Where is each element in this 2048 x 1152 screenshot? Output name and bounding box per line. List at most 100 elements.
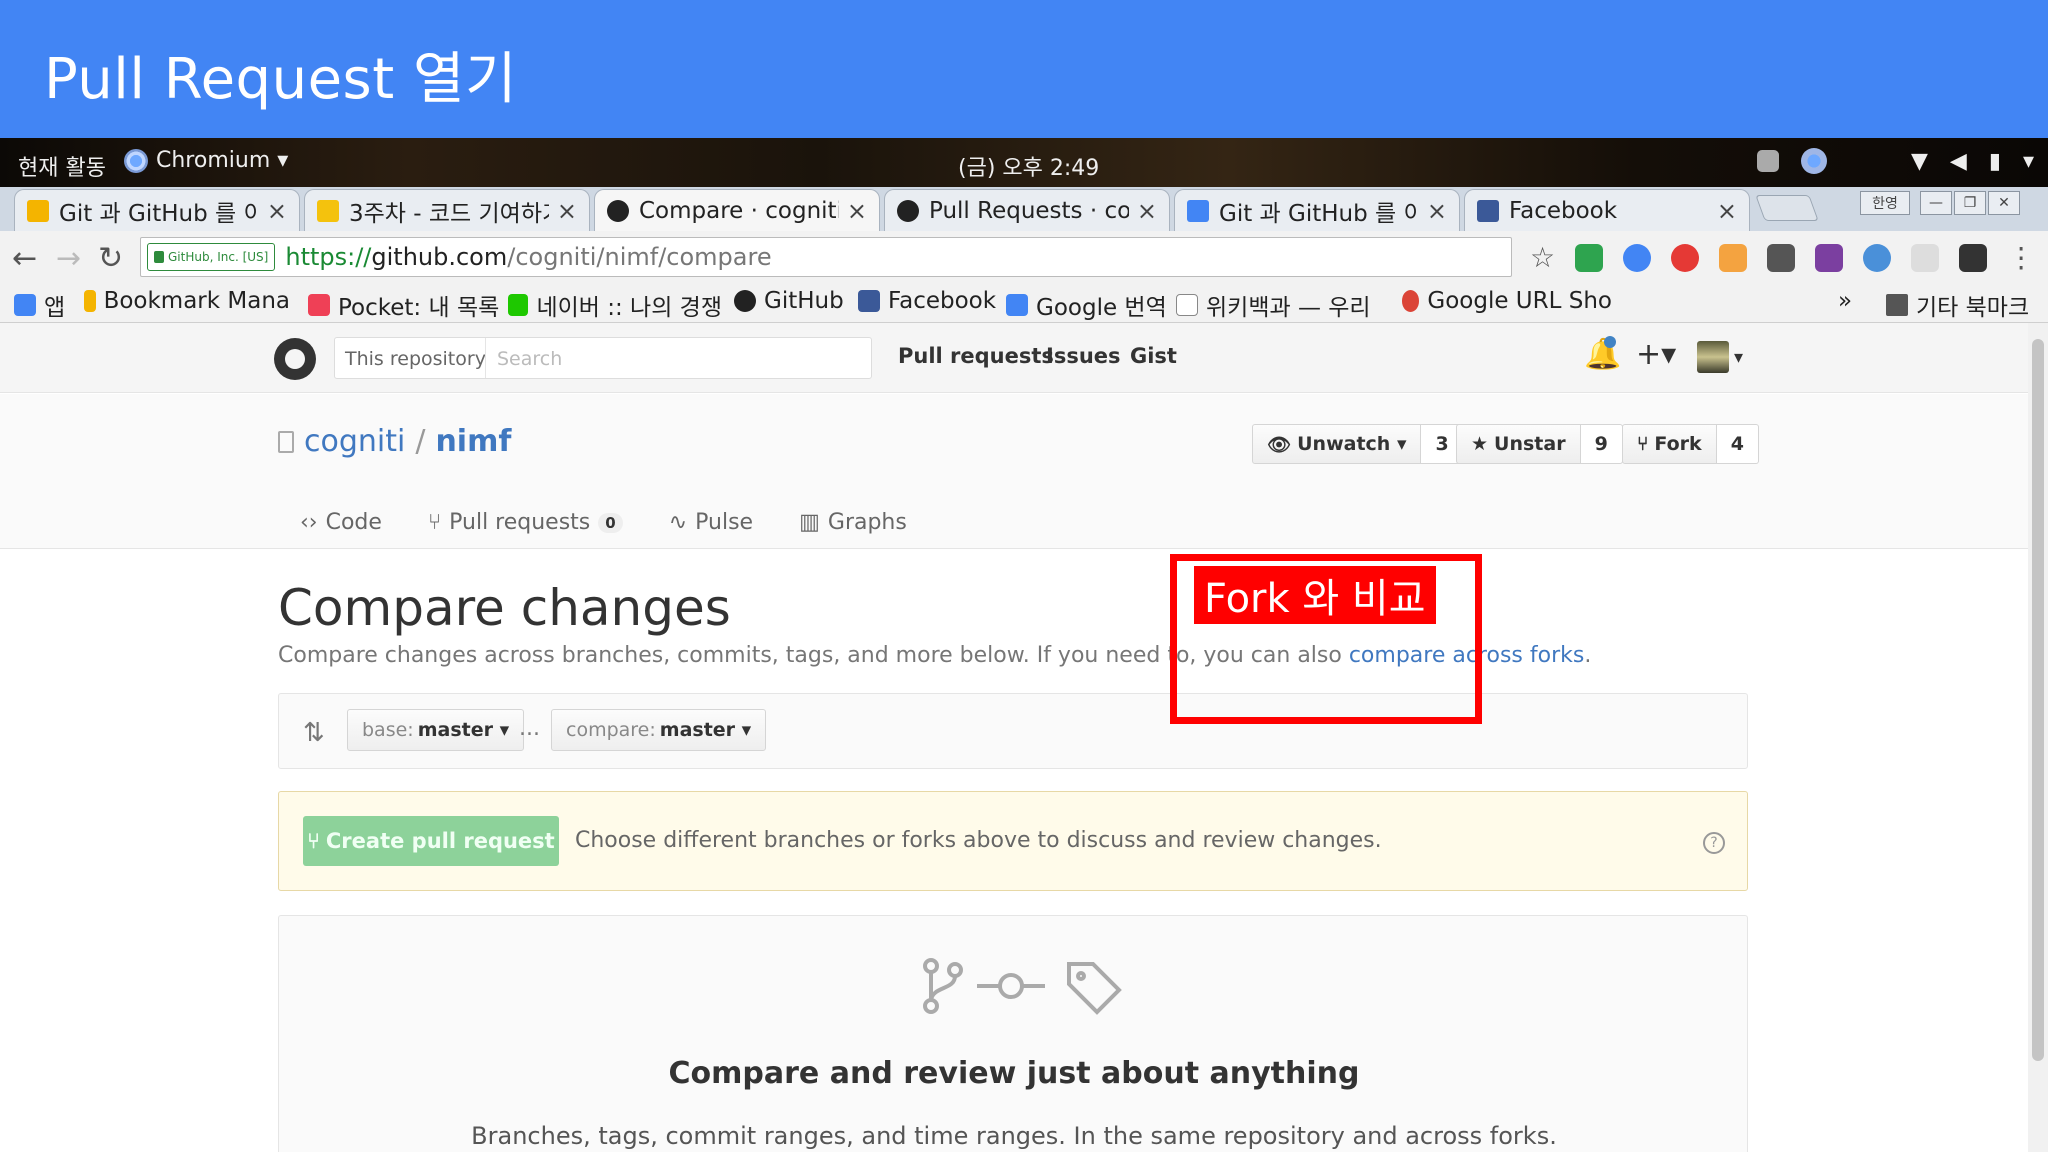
clock[interactable]: (금) 오후 2:49 xyxy=(958,150,1099,182)
system-tray[interactable]: ▼ ◀ ▮ ▾ xyxy=(1757,148,2034,174)
pocket-icon[interactable] xyxy=(1767,243,1796,272)
menu-kebab-icon[interactable]: ⋮ xyxy=(2007,241,2035,274)
other-bookmarks[interactable]: 기타 북마크 xyxy=(1886,288,2029,322)
nav-gist[interactable]: Gist xyxy=(1130,344,1177,368)
fork-count[interactable]: 4 xyxy=(1716,424,1759,464)
battery-icon[interactable]: ▮ xyxy=(1989,149,2001,174)
tab-close-icon[interactable]: × xyxy=(1717,197,1737,225)
volume-icon[interactable]: ◀ xyxy=(1950,149,1967,174)
address-bar[interactable]: GitHub, Inc. [US] https://github.com/cog… xyxy=(140,237,1512,277)
repo-name-link[interactable]: nimf xyxy=(435,424,511,459)
tab-compare[interactable]: Compare · cogniti/ × xyxy=(594,189,880,231)
bookmark-star-icon[interactable]: ☆ xyxy=(1530,241,1555,274)
secure-badge[interactable]: GitHub, Inc. [US] xyxy=(147,243,276,271)
maximize-icon[interactable]: ❐ xyxy=(1954,191,1986,215)
back-arrow-icon[interactable]: ← xyxy=(12,241,37,276)
activities-button[interactable]: 현재 활동 xyxy=(18,150,106,182)
tray-app-icon[interactable] xyxy=(1757,150,1779,172)
minimize-icon[interactable]: — xyxy=(1920,191,1952,215)
tab-pull-requests[interactable]: Pull Requests · co × xyxy=(884,189,1170,231)
tab-git-github-2[interactable]: Git 과 GitHub 를 이 × xyxy=(1174,189,1460,231)
url-text[interactable]: https://github.com/cogniti/nimf/compare xyxy=(285,243,771,271)
base-branch-selector[interactable]: base: master ▾ xyxy=(347,709,525,751)
slide-title: Pull Request 열기 xyxy=(44,47,518,112)
tab-close-icon[interactable]: × xyxy=(847,197,867,225)
bookmark-google-url-shortener[interactable]: Google URL Sho xyxy=(1402,288,1612,314)
tab-close-icon[interactable]: × xyxy=(267,197,287,225)
bookmark-wikipedia[interactable]: 위키백과 — 우리 xyxy=(1176,288,1372,322)
tab-close-icon[interactable]: × xyxy=(557,197,577,225)
tab-pulse[interactable]: ∿ Pulse xyxy=(669,510,753,535)
tab-graphs[interactable]: ▥ Graphs xyxy=(799,510,907,535)
incognito-icon[interactable] xyxy=(1959,243,1988,272)
slide-header: Pull Request 열기 xyxy=(0,0,2048,138)
page-scrollbar[interactable] xyxy=(2028,323,2048,1152)
close-window-icon[interactable]: ✕ xyxy=(1988,191,2020,215)
extension-gray-icon[interactable] xyxy=(1911,243,1940,272)
tab-label: Pull requests xyxy=(449,510,591,535)
github-icon xyxy=(734,290,756,312)
swap-arrows-icon[interactable]: ⇅ xyxy=(303,718,325,748)
repo-owner-link[interactable]: cogniti xyxy=(304,424,405,459)
tab-close-icon[interactable]: × xyxy=(1427,197,1447,225)
tab-code[interactable]: ‹› Code xyxy=(300,510,382,535)
tab-week3[interactable]: 3주차 - 코드 기여하기 × xyxy=(304,189,590,231)
tab-git-github-1[interactable]: Git 과 GitHub 를 이 × xyxy=(14,189,300,231)
search-input[interactable]: Search xyxy=(497,348,562,370)
bookmark-label: 앱 xyxy=(44,295,66,321)
bookmarks-overflow-button[interactable]: » xyxy=(1838,288,1852,314)
bookmark-manager[interactable]: Bookmark Mana xyxy=(84,288,290,314)
star-count[interactable]: 9 xyxy=(1580,424,1623,464)
cloud-icon[interactable] xyxy=(1863,243,1892,272)
extension-blue-icon[interactable] xyxy=(1623,243,1652,272)
tab-pull-requests[interactable]: ⑂ Pull requests 0 xyxy=(428,510,623,535)
input-method-indicator[interactable]: 한영 xyxy=(1860,191,1910,215)
scroll-thumb[interactable] xyxy=(2032,339,2044,1061)
reload-icon[interactable]: ↻ xyxy=(98,241,123,276)
bookmark-pocket[interactable]: Pocket: 내 목록 xyxy=(308,288,499,322)
search-box[interactable]: This repository Search xyxy=(334,337,872,379)
google-icon xyxy=(1402,290,1420,312)
wifi-icon[interactable]: ▼ xyxy=(1911,149,1928,174)
bookmark-facebook[interactable]: Facebook xyxy=(858,288,996,314)
github-logo-icon[interactable] xyxy=(274,338,316,380)
bookmark-label: 기타 북마크 xyxy=(1916,295,2030,321)
nav-pull-requests[interactable]: Pull requests xyxy=(898,344,1054,368)
tab-label: Pulse xyxy=(695,510,754,535)
blank-slate-title: Compare and review just about anything xyxy=(668,1056,1360,1091)
plus-dropdown-icon[interactable]: +▾ xyxy=(1636,337,1676,372)
create-pull-request-button[interactable]: ⑂ Create pull request xyxy=(303,816,559,866)
avatar[interactable] xyxy=(1697,341,1729,373)
extension-green-icon[interactable] xyxy=(1575,243,1604,272)
extension-purple-icon[interactable] xyxy=(1815,243,1844,272)
compare-branch-selector[interactable]: compare: master ▾ xyxy=(551,709,767,751)
fork-button[interactable]: ⑂ Fork xyxy=(1622,424,1717,464)
google-drive-icon xyxy=(27,199,49,222)
tab-facebook[interactable]: Facebook × xyxy=(1464,189,1750,231)
help-icon[interactable]: ? xyxy=(1703,832,1725,854)
tab-title: Git 과 GitHub 를 이 xyxy=(59,200,259,227)
tab-title: Facebook xyxy=(1509,197,1618,224)
tray-chromium-icon[interactable] xyxy=(1801,148,1827,174)
nav-issues[interactable]: Issues xyxy=(1046,344,1121,368)
bookmark-apps[interactable]: 앱 xyxy=(14,288,65,322)
extension-orange-icon[interactable] xyxy=(1719,243,1748,272)
tab-title: Compare · cogniti/ xyxy=(639,197,839,224)
power-menu-icon[interactable]: ▾ xyxy=(2023,149,2034,174)
tab-title: 3주차 - 코드 기여하기 xyxy=(349,200,549,227)
tab-title: Git 과 GitHub 를 이 xyxy=(1219,200,1419,227)
avatar-dropdown-icon[interactable]: ▾ xyxy=(1734,347,1743,368)
bookmark-naver[interactable]: 네이버 :: 나의 경쟁 xyxy=(508,288,722,322)
forward-arrow-icon[interactable]: → xyxy=(56,241,81,276)
tab-title: Pull Requests · co xyxy=(929,197,1129,224)
unstar-button[interactable]: ★ Unstar xyxy=(1456,424,1581,464)
naver-icon xyxy=(508,294,529,316)
bookmark-github[interactable]: GitHub xyxy=(734,288,844,314)
commit-icon xyxy=(977,973,1045,999)
app-menu[interactable]: Chromium ▾ xyxy=(124,148,288,173)
new-tab-button[interactable] xyxy=(1755,195,1819,221)
extension-block-icon[interactable] xyxy=(1671,243,1700,272)
tab-close-icon[interactable]: × xyxy=(1137,197,1157,225)
bookmark-google-translate[interactable]: Google 번역 xyxy=(1006,288,1167,322)
unwatch-button[interactable]: 👁 Unwatch ▾ xyxy=(1252,424,1422,464)
